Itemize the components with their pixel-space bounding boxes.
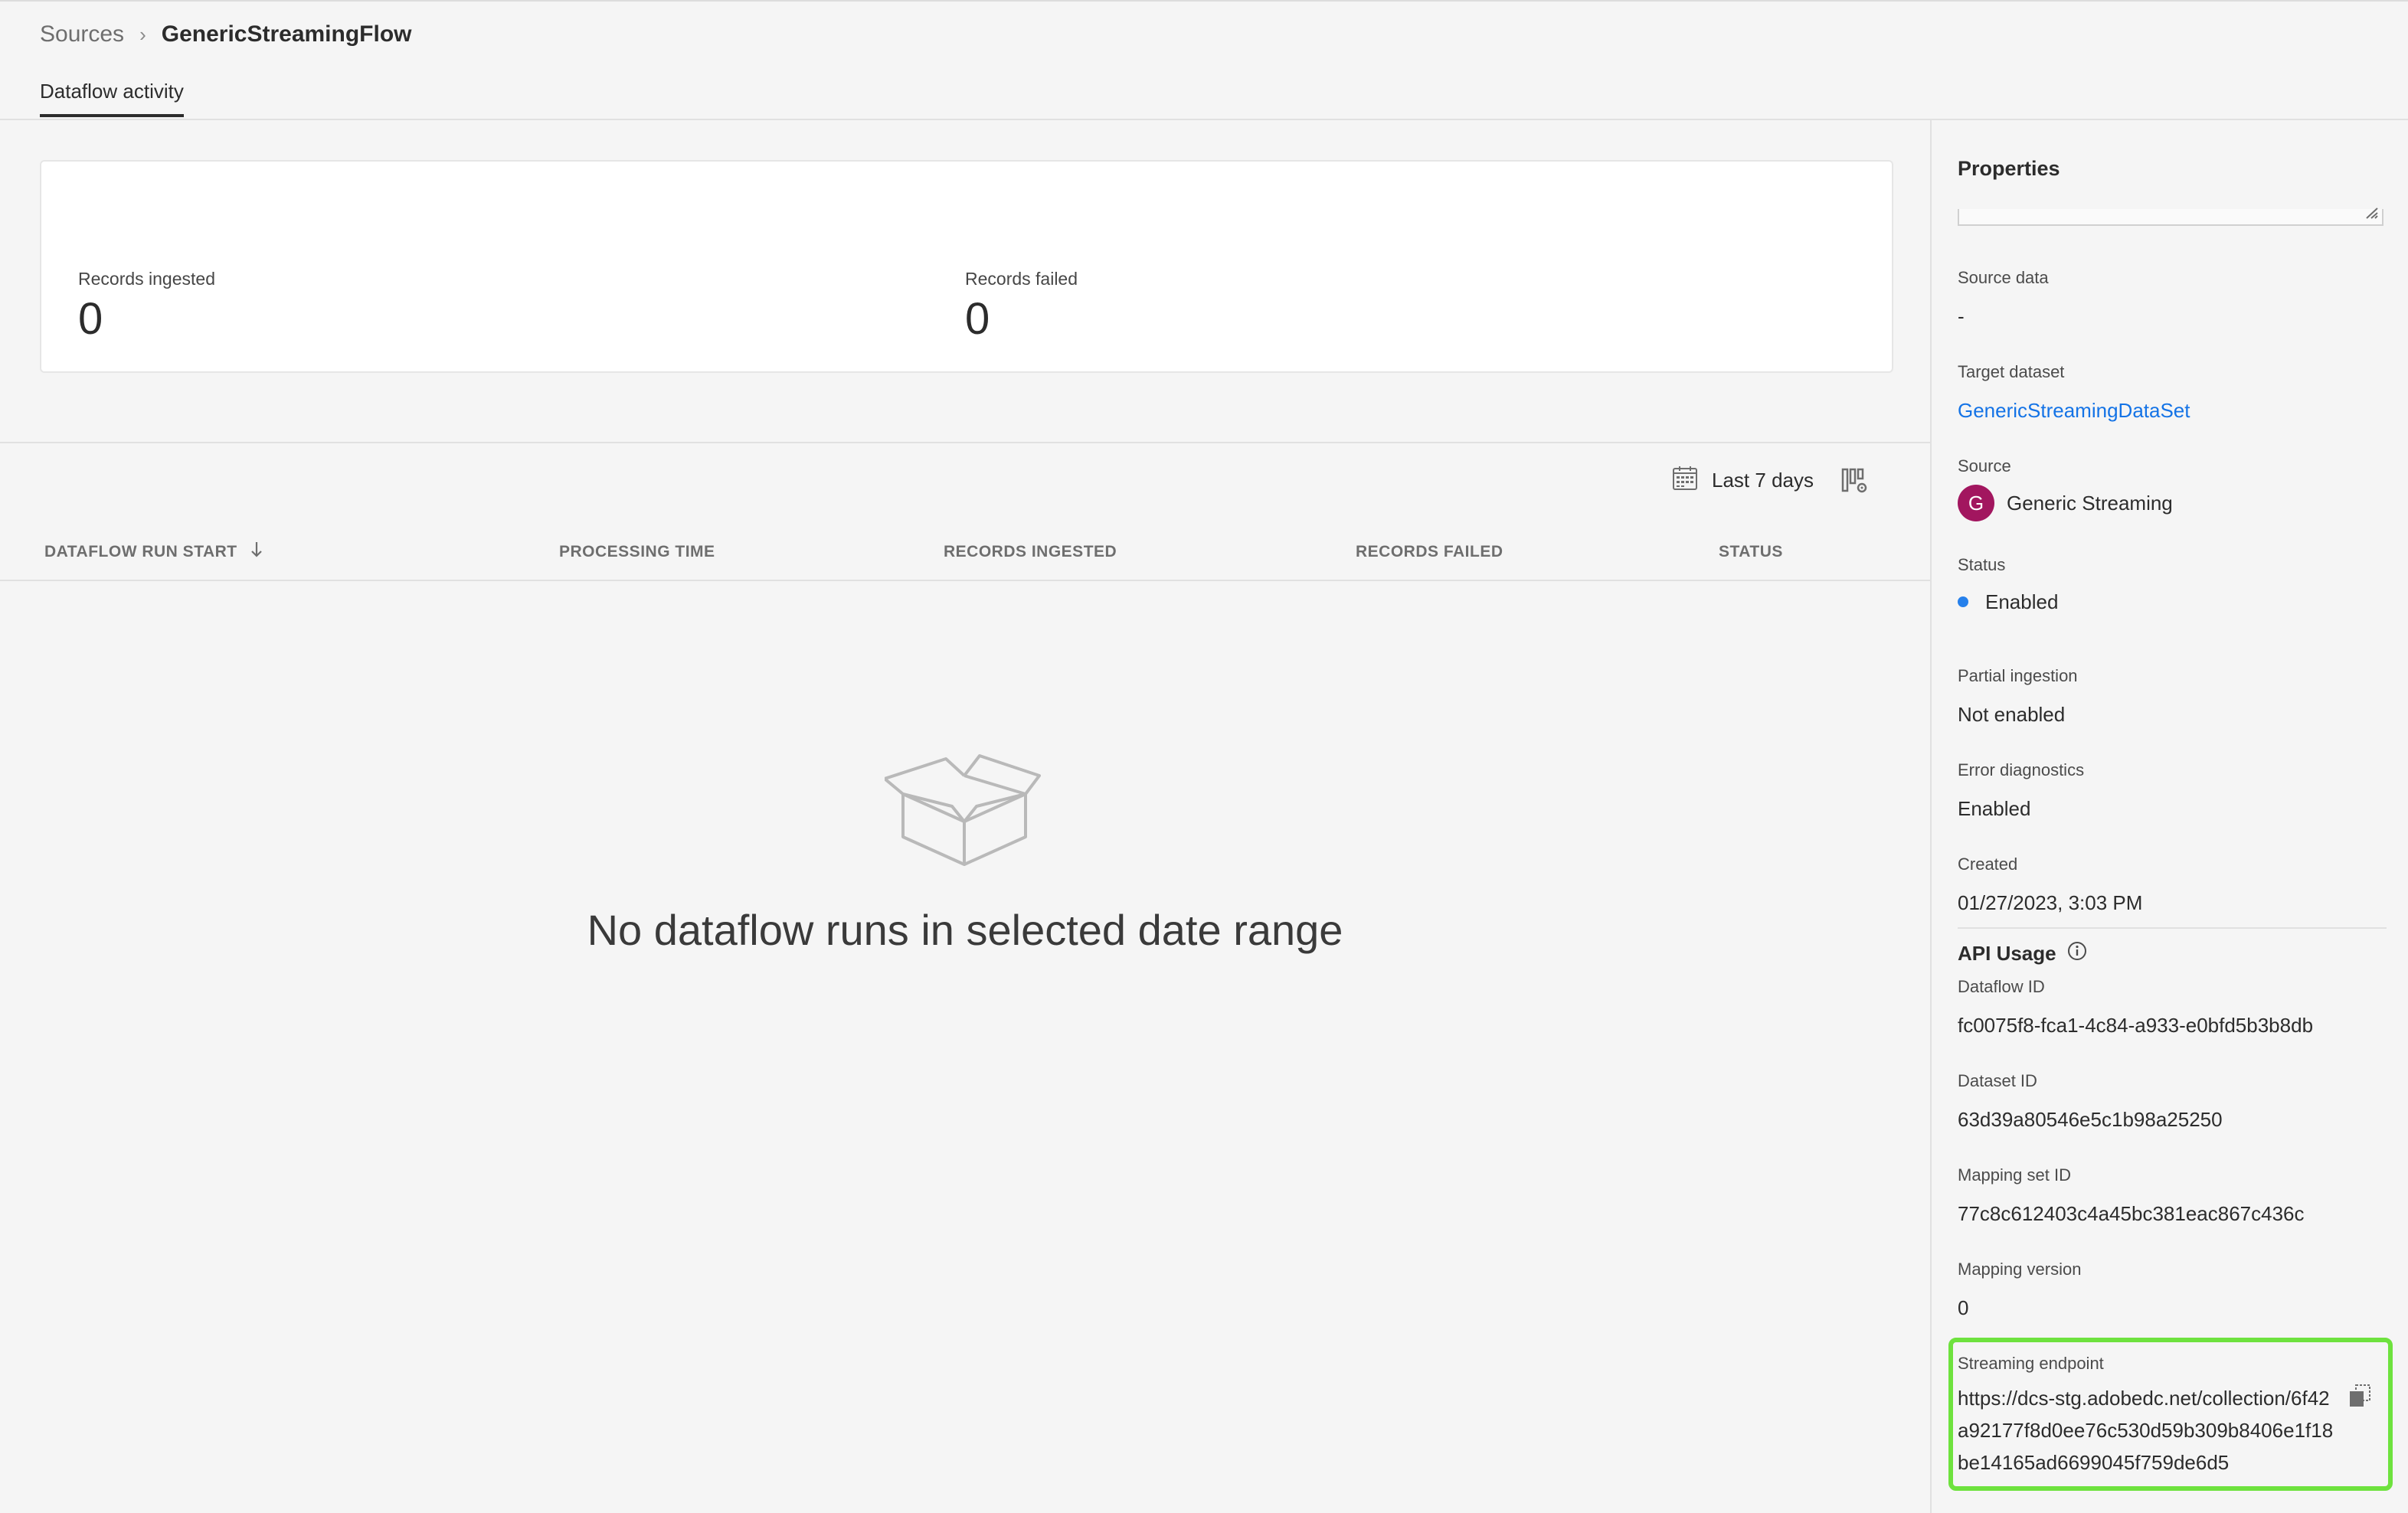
tab-list: Dataflow activity	[40, 80, 184, 117]
dataflow-id-label: Dataflow ID	[1958, 977, 2045, 996]
prop-dataflow-id: Dataflow ID fc0075f8-fca1-4c84-a933-e0bf…	[1958, 975, 2387, 1041]
partial-ingestion-label: Partial ingestion	[1958, 666, 2078, 685]
records-ingested-label: Records ingested	[78, 269, 215, 289]
error-diagnostics-label: Error diagnostics	[1958, 760, 2085, 779]
date-range-label: Last 7 days	[1712, 469, 1814, 492]
mapping-version-value: 0	[1958, 1296, 1969, 1319]
prop-mapping-set-id: Mapping set ID 77c8c612403c4a45bc381eac8…	[1958, 1163, 2387, 1229]
description-textarea[interactable]	[1958, 207, 2383, 226]
records-failed-value: 0	[965, 294, 990, 344]
status-dot-icon	[1958, 596, 1968, 607]
info-icon[interactable]	[2067, 941, 2087, 966]
empty-state-message: No dataflow runs in selected date range	[587, 906, 1343, 954]
prop-streaming-endpoint: Streaming endpoint https://dcs-stg.adobe…	[1958, 1351, 2387, 1479]
sort-descending-icon	[250, 541, 263, 564]
breadcrumb-current: GenericStreamingFlow	[161, 21, 412, 47]
column-header-processing-time[interactable]: PROCESSING TIME	[559, 534, 715, 570]
properties-title: Properties	[1958, 157, 2060, 180]
metrics-card: Records ingested 0 Records failed 0	[40, 160, 1893, 373]
prop-partial-ingestion: Partial ingestion Not enabled	[1958, 664, 2387, 730]
breadcrumb-sources-link[interactable]: Sources	[40, 21, 124, 47]
prop-mapping-version: Mapping version 0	[1958, 1257, 2387, 1323]
properties-panel: Properties Source data - Target dataset …	[1932, 120, 2408, 1513]
column-header-records-failed[interactable]: RECORDS FAILED	[1356, 534, 1503, 570]
section-divider	[0, 442, 1930, 443]
dataflow-activity-panel: Records ingested 0 Records failed 0 Last…	[0, 120, 1930, 1513]
column-settings-icon[interactable]	[1841, 467, 1869, 495]
created-value: 01/27/2023, 3:03 PM	[1958, 891, 2143, 914]
mapping-set-id-label: Mapping set ID	[1958, 1165, 2071, 1185]
copy-icon[interactable]	[2348, 1384, 2373, 1412]
api-usage-divider	[1958, 927, 2387, 929]
calendar-icon	[1672, 465, 1698, 496]
partial-ingestion-value: Not enabled	[1958, 703, 2066, 726]
prop-dataset-id: Dataset ID 63d39a80546e5c1b98a25250	[1958, 1069, 2387, 1135]
target-dataset-link[interactable]: GenericStreamingDataSet	[1958, 395, 2387, 426]
breadcrumb: Sources › GenericStreamingFlow	[40, 18, 411, 51]
date-range-picker[interactable]: Last 7 days	[1672, 465, 1814, 496]
source-data-label: Source data	[1958, 268, 2049, 287]
column-header-dataflow-run-start[interactable]: DATAFLOW RUN START	[44, 534, 263, 570]
resize-handle-icon[interactable]	[2362, 207, 2379, 223]
dataset-id-label: Dataset ID	[1958, 1071, 2037, 1090]
empty-state: No dataflow runs in selected date range	[0, 748, 1930, 955]
api-usage-heading: API Usage	[1958, 941, 2087, 966]
source-data-value: -	[1958, 305, 1965, 328]
source-value: Generic Streaming	[2007, 492, 2173, 515]
source-row: G Generic Streaming	[1958, 485, 2387, 521]
prop-source-data: Source data -	[1958, 266, 2387, 332]
prop-target-dataset: Target dataset GenericStreamingDataSet	[1958, 360, 2387, 426]
chevron-right-icon: ›	[139, 22, 146, 46]
status-row: Enabled	[1958, 587, 2387, 617]
mapping-version-label: Mapping version	[1958, 1260, 2082, 1279]
table-toolbar: Last 7 days	[1672, 465, 1869, 496]
api-usage-title: API Usage	[1958, 942, 2056, 965]
open-box-icon	[0, 748, 1930, 874]
top-border	[0, 0, 2408, 2]
created-label: Created	[1958, 855, 2018, 874]
prop-created: Created 01/27/2023, 3:03 PM	[1958, 852, 2387, 918]
status-value: Enabled	[1985, 590, 2059, 613]
table-header: DATAFLOW RUN START PROCESSING TIME RECOR…	[0, 534, 1930, 581]
records-failed-label: Records failed	[965, 269, 1078, 289]
column-label: DATAFLOW RUN START	[44, 543, 237, 560]
error-diagnostics-value: Enabled	[1958, 797, 2031, 820]
mapping-set-id-value: 77c8c612403c4a45bc381eac867c436c	[1958, 1202, 2305, 1225]
dataset-id-value: 63d39a80546e5c1b98a25250	[1958, 1108, 2223, 1131]
tab-dataflow-activity[interactable]: Dataflow activity	[40, 80, 184, 117]
status-label: Status	[1958, 555, 2006, 574]
streaming-endpoint-value: https://dcs-stg.adobedc.net/collection/6…	[1958, 1387, 2334, 1474]
records-ingested-value: 0	[78, 294, 103, 344]
prop-source: Source G Generic Streaming	[1958, 454, 2387, 521]
column-header-status[interactable]: STATUS	[1719, 534, 1783, 570]
target-dataset-label: Target dataset	[1958, 362, 2065, 381]
prop-error-diagnostics: Error diagnostics Enabled	[1958, 758, 2387, 824]
source-avatar: G	[1958, 485, 1994, 521]
streaming-endpoint-label: Streaming endpoint	[1958, 1354, 2104, 1373]
column-header-records-ingested[interactable]: RECORDS INGESTED	[944, 534, 1117, 570]
prop-status: Status Enabled	[1958, 553, 2387, 617]
source-label: Source	[1958, 456, 2011, 475]
dataflow-id-value: fc0075f8-fca1-4c84-a933-e0bfd5b3b8db	[1958, 1014, 2314, 1037]
